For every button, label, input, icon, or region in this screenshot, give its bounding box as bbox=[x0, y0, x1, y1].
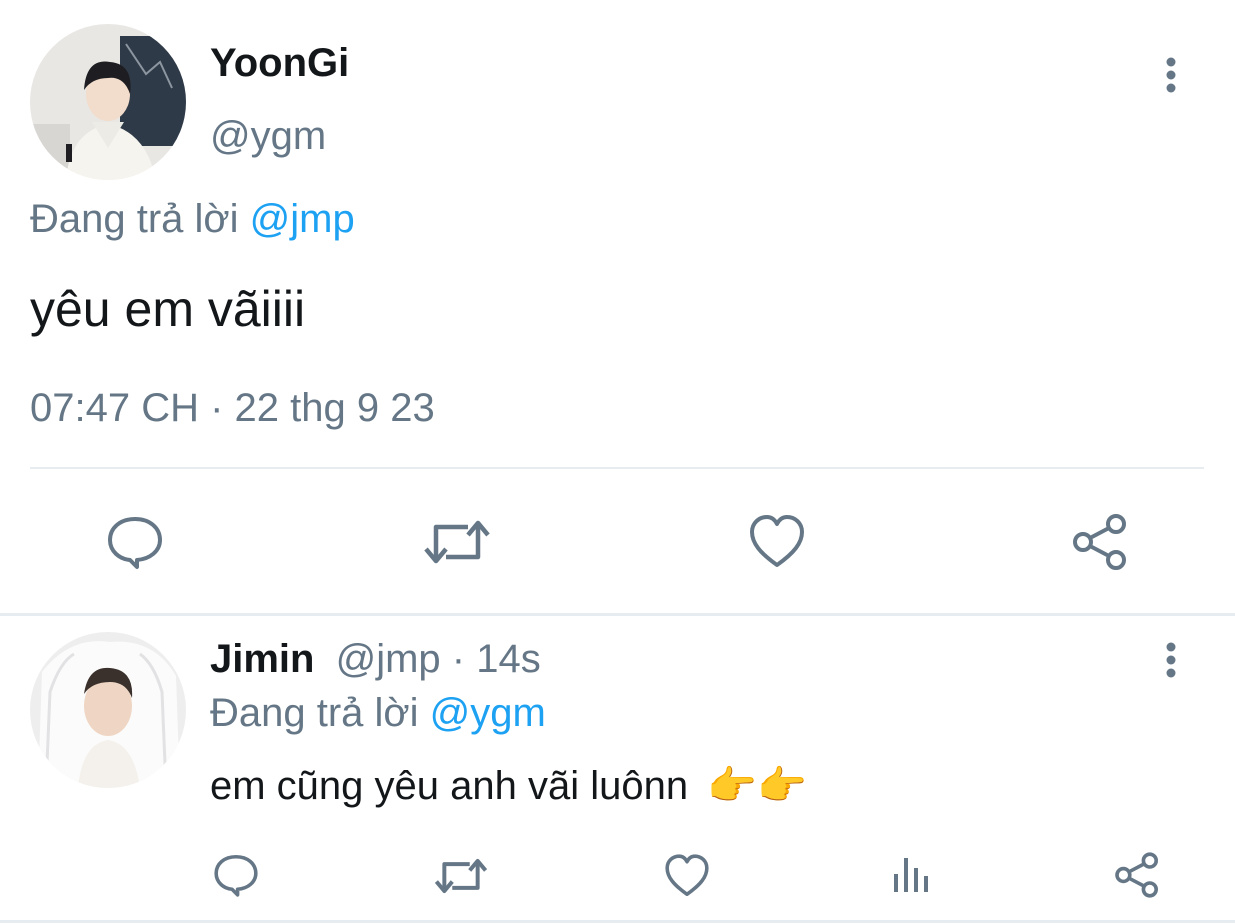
avatar-image bbox=[30, 24, 186, 180]
author-handle[interactable]: @ygm bbox=[210, 113, 326, 159]
tweet-timestamp[interactable]: 07:47 CH · 22 thg 9 23 bbox=[30, 385, 435, 431]
avatar[interactable] bbox=[30, 632, 186, 788]
avatar[interactable] bbox=[30, 24, 186, 180]
reply-context: Đang trả lời @ygm bbox=[210, 690, 546, 736]
tweet-time[interactable]: 14s bbox=[476, 637, 541, 681]
share-icon[interactable] bbox=[1113, 851, 1161, 899]
reply-header: Jimin @jmp · 14s bbox=[210, 636, 541, 682]
like-icon[interactable] bbox=[748, 513, 806, 571]
retweet-icon[interactable] bbox=[424, 513, 490, 571]
section-divider bbox=[0, 613, 1235, 616]
reply-context: Đang trả lời @jmp bbox=[30, 196, 355, 242]
tweet-text-line: em cũng yêu anh vãi luônn 👉👉 bbox=[210, 763, 807, 809]
divider bbox=[30, 467, 1204, 469]
reply-icon[interactable] bbox=[106, 513, 164, 571]
more-options-icon[interactable] bbox=[1158, 641, 1184, 681]
more-options-icon[interactable] bbox=[1158, 56, 1184, 96]
reply-to-link[interactable]: @ygm bbox=[430, 691, 546, 735]
reply-to-link[interactable]: @jmp bbox=[250, 197, 355, 241]
author-name[interactable]: YoonGi bbox=[210, 40, 349, 86]
bottom-divider bbox=[0, 920, 1235, 923]
author-name[interactable]: Jimin bbox=[210, 637, 314, 681]
analytics-icon[interactable] bbox=[890, 852, 934, 896]
like-icon[interactable] bbox=[664, 853, 710, 899]
share-icon[interactable] bbox=[1070, 512, 1130, 572]
reply-icon[interactable] bbox=[213, 852, 259, 898]
reply-prefix: Đang trả lời bbox=[210, 691, 419, 735]
tweet-text: yêu em vãiiii bbox=[30, 281, 306, 337]
retweet-icon[interactable] bbox=[434, 853, 488, 899]
meta-separator: · bbox=[440, 637, 477, 681]
author-handle[interactable]: @jmp bbox=[336, 637, 441, 681]
avatar-image bbox=[30, 632, 186, 788]
pointing-emoji: 👉👉 bbox=[707, 764, 807, 808]
reply-prefix: Đang trả lời bbox=[30, 197, 239, 241]
tweet-text: em cũng yêu anh vãi luônn bbox=[210, 764, 689, 808]
